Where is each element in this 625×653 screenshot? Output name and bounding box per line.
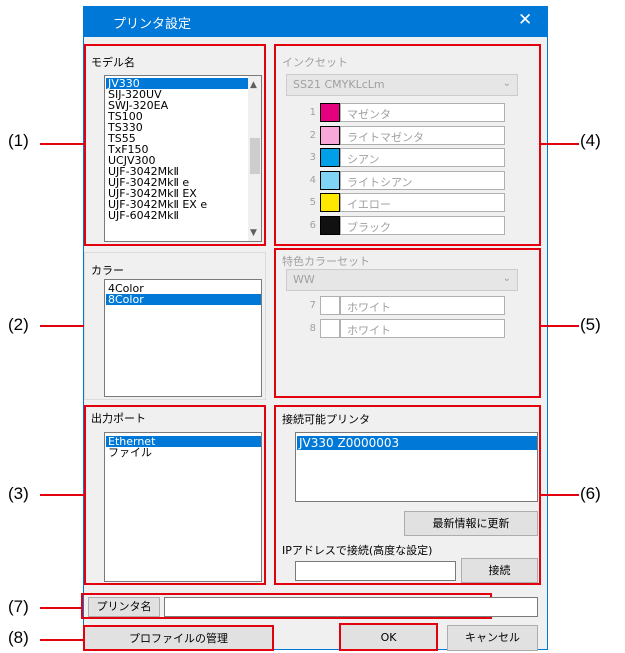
ink-color-swatch <box>320 318 340 338</box>
inkset-combo-value: SS21 CMYKLcLm <box>293 78 385 91</box>
printer-list-item[interactable]: JV330 Z0000003 <box>297 436 537 450</box>
ink-slot-number: 2 <box>309 129 316 141</box>
callout-line <box>40 494 84 496</box>
ink-name-field: シアン <box>340 148 505 167</box>
cancel-button[interactable]: キャンセル <box>447 625 538 651</box>
callout-label: (8) <box>8 628 29 647</box>
callout-line <box>40 607 82 609</box>
ink-slot-number: 3 <box>309 152 316 163</box>
callout-label: (3) <box>8 484 29 503</box>
ok-button[interactable]: OK <box>339 623 438 651</box>
ink-name-field: ホワイト <box>340 318 505 338</box>
callout-line <box>40 325 84 327</box>
printers-list[interactable]: JV330 Z0000003 <box>295 432 538 502</box>
model-label: モデル名 <box>91 56 135 69</box>
callout-line <box>541 325 579 327</box>
output-port-list-item[interactable]: ファイル <box>106 447 261 458</box>
printer-name-input[interactable] <box>164 597 538 617</box>
ink-name-field: マゼンタ <box>340 103 505 122</box>
ink-slot-number: 1 <box>309 107 316 118</box>
ink-color-swatch <box>320 170 340 190</box>
refresh-button[interactable]: 最新情報に更新 <box>404 511 538 536</box>
ink-color-swatch <box>320 125 340 145</box>
profile-management-button[interactable]: プロファイルの管理 <box>83 625 274 651</box>
callout-label: (1) <box>8 131 29 150</box>
callout-label: (2) <box>8 315 29 334</box>
callout-line <box>541 143 579 145</box>
special-color-combo-value: WW <box>293 273 315 286</box>
callout-label: (5) <box>580 315 601 334</box>
ink-slot-number: 8 <box>309 322 316 334</box>
callout-label: (6) <box>580 484 601 503</box>
model-list-scrollbar[interactable]: ▲ ▼ <box>248 76 261 241</box>
model-list-item[interactable]: UJF-6042MkⅡ <box>106 210 249 221</box>
special-color-combo[interactable]: WW ⌄ <box>286 269 518 291</box>
ink-slot-number: 5 <box>309 197 316 208</box>
ink-color-swatch <box>320 148 340 167</box>
close-icon[interactable]: ✕ <box>518 10 532 30</box>
connect-button[interactable]: 接続 <box>461 558 538 583</box>
callout-line <box>40 639 84 641</box>
printer-name-label: プリンタ名 <box>88 597 160 617</box>
special-color-label: 特色カラーセット <box>282 255 370 268</box>
color-list-item[interactable]: 8Color <box>106 294 261 305</box>
ink-name-field: ブラック <box>340 215 505 235</box>
color-list[interactable]: 4Color 8Color <box>104 279 262 397</box>
ink-color-swatch <box>320 215 340 235</box>
ink-slot-number: 4 <box>309 174 316 186</box>
ink-color-swatch <box>320 296 340 315</box>
ink-slot-number: 7 <box>309 300 316 311</box>
ink-name-field: イエロー <box>340 193 505 212</box>
scroll-up-icon[interactable]: ▲ <box>250 80 257 90</box>
ink-name-field: ライトマゼンタ <box>340 125 505 145</box>
callout-label: (4) <box>580 131 601 150</box>
inkset-combo[interactable]: SS21 CMYKLcLm ⌄ <box>286 74 518 96</box>
inkset-label: インクセット <box>282 56 348 69</box>
ip-address-input[interactable] <box>295 561 456 581</box>
output-port-label: 出力ポート <box>91 412 146 425</box>
ink-color-swatch <box>320 193 340 212</box>
color-label: カラー <box>91 264 124 277</box>
dialog-title: プリンタ設定 <box>113 17 192 32</box>
output-port-list[interactable]: Ethernet ファイル <box>104 432 262 582</box>
printers-label: 接続可能プリンタ <box>282 413 370 426</box>
ink-color-swatch <box>320 103 340 122</box>
callout-line <box>541 494 579 496</box>
model-list[interactable]: JV330 SIJ-320UV SWJ-320EA TS100 TS330 TS55 TxF… <box>104 75 262 242</box>
scroll-thumb[interactable] <box>250 138 260 174</box>
chevron-down-icon: ⌄ <box>502 78 511 89</box>
ink-name-field: ホワイト <box>340 296 505 315</box>
scroll-down-icon[interactable]: ▼ <box>250 228 257 238</box>
callout-label: (7) <box>8 597 29 616</box>
callout-line <box>40 143 84 145</box>
ink-slot-number: 6 <box>309 219 316 231</box>
ip-connect-label: IPアドレスで接続(高度な設定) <box>282 544 433 557</box>
chevron-down-icon: ⌄ <box>502 273 511 284</box>
ink-name-field: ライトシアン <box>340 170 505 190</box>
